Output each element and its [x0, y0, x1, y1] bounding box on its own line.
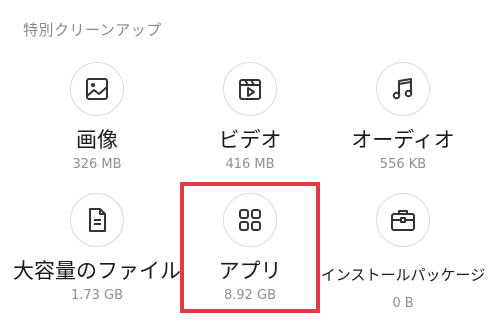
category-label: インストールパッケージ [320, 266, 486, 284]
category-label: 画像 [76, 128, 118, 152]
video-icon-circle [223, 62, 277, 116]
category-videos[interactable]: ビデオ 416 MB [170, 62, 330, 192]
briefcase-icon-circle [376, 193, 430, 247]
document-icon [89, 208, 106, 232]
category-images[interactable]: 画像 326 MB [17, 62, 177, 192]
apps-grid-icon [239, 209, 261, 231]
category-size: 326 MB [72, 157, 122, 172]
image-icon [86, 78, 108, 100]
category-size: 8.92 GB [223, 288, 277, 303]
category-label: アプリ [218, 259, 282, 283]
music-note-icon [392, 78, 413, 100]
category-large-files[interactable]: 大容量のファイル 1.73 GB [13, 193, 181, 323]
document-icon-circle [70, 193, 124, 247]
category-apps[interactable]: アプリ 8.92 GB [170, 193, 330, 323]
image-icon-circle [70, 62, 124, 116]
category-audio[interactable]: オーディオ 556 KB [323, 62, 483, 192]
category-label: ビデオ [218, 128, 282, 152]
category-label: 大容量のファイル [13, 259, 181, 283]
section-title: 特別クリーンアップ [23, 21, 162, 39]
category-size: 556 KB [379, 157, 427, 172]
category-label: オーディオ [351, 128, 455, 152]
briefcase-icon [391, 210, 415, 231]
category-size: 0 B [392, 296, 414, 311]
category-size: 416 MB [225, 157, 275, 172]
apps-icon-circle [223, 193, 277, 247]
category-size: 1.73 GB [70, 288, 124, 303]
music-icon-circle [376, 62, 430, 116]
category-install-packages[interactable]: インストールパッケージ 0 B [320, 193, 486, 323]
video-icon [239, 79, 261, 100]
